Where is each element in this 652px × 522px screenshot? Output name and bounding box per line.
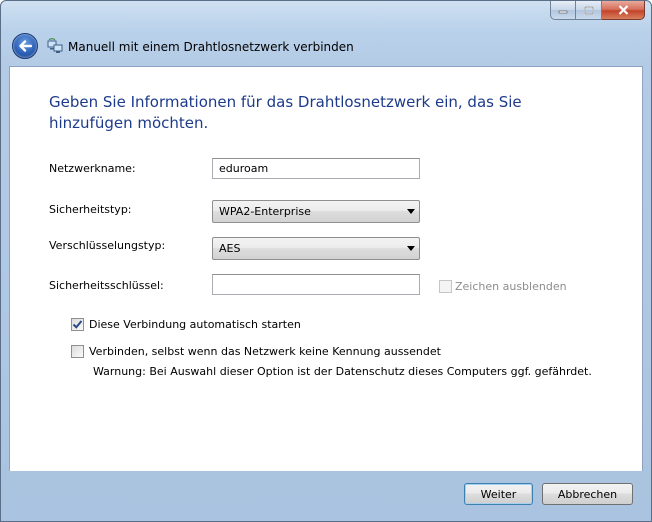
security-type-select[interactable]: WPA2-Enterprise — [212, 200, 420, 223]
minimize-button[interactable] — [550, 1, 576, 20]
privacy-warning-text: Warnung: Bei Auswahl dieser Option ist d… — [93, 365, 592, 378]
page-heading: Geben Sie Informationen für das Drahtlos… — [49, 93, 522, 132]
security-key-label: Sicherheitsschlüssel: — [49, 279, 164, 292]
hide-characters-label: Zeichen ausblenden — [455, 280, 567, 293]
network-name-input[interactable] — [212, 158, 420, 179]
back-button[interactable] — [12, 33, 38, 59]
maximize-button[interactable] — [576, 1, 602, 20]
encryption-type-value: AES — [219, 242, 241, 255]
wizard-title: Manuell mit einem Drahtlosnetzwerk verbi… — [68, 40, 354, 54]
encryption-type-label: Verschlüsselungstyp: — [49, 239, 166, 252]
caption-buttons — [550, 1, 645, 21]
cancel-button[interactable]: Abbrechen — [542, 483, 633, 505]
auto-start-checkbox[interactable] — [71, 318, 84, 331]
security-key-input[interactable] — [212, 274, 420, 295]
network-name-label: Netzwerkname: — [49, 162, 136, 175]
chevron-down-icon — [407, 246, 415, 251]
wizard-window: Manuell mit einem Drahtlosnetzwerk verbi… — [0, 0, 652, 522]
close-icon — [618, 5, 628, 15]
encryption-type-select[interactable]: AES — [212, 237, 420, 260]
chevron-down-icon — [407, 209, 415, 214]
connect-hidden-label: Verbinden, selbst wenn das Netzwerk kein… — [89, 345, 441, 358]
checkmark-icon — [72, 320, 83, 329]
security-type-label: Sicherheitstyp: — [49, 203, 132, 216]
back-arrow-icon — [19, 40, 32, 52]
close-button[interactable] — [602, 1, 645, 20]
connect-hidden-checkbox[interactable] — [71, 345, 84, 358]
next-button[interactable]: Weiter — [464, 483, 533, 505]
wireless-network-icon — [47, 38, 63, 53]
maximize-icon — [583, 5, 594, 15]
security-type-value: WPA2-Enterprise — [219, 205, 311, 218]
auto-start-label: Diese Verbindung automatisch starten — [89, 318, 301, 331]
content-panel: Geben Sie Informationen für das Drahtlos… — [9, 66, 643, 471]
minimize-icon — [558, 10, 568, 14]
hide-characters-checkbox[interactable] — [439, 280, 452, 293]
